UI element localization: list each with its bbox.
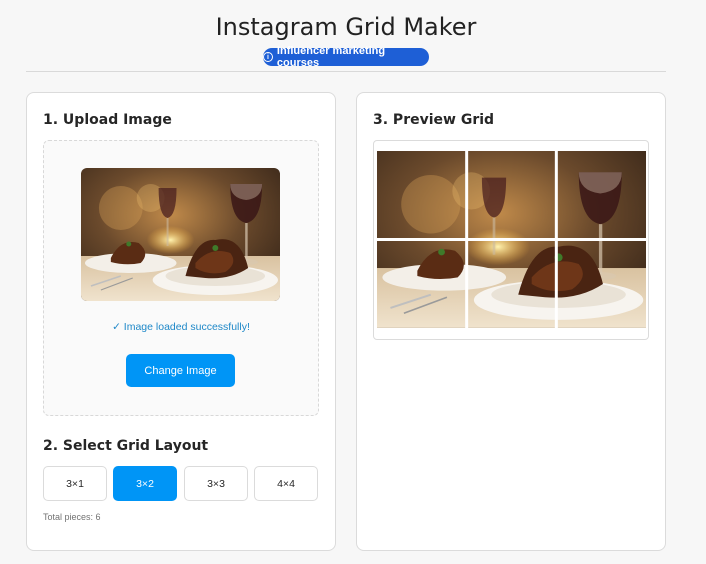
- total-pieces: Total pieces: 6: [43, 512, 101, 522]
- layout-option-3x3[interactable]: 3×3: [184, 466, 248, 501]
- preview-card: 3. Preview Grid: [356, 92, 666, 551]
- page-header: Instagram Grid Maker i Influencer market…: [0, 0, 706, 72]
- upload-card: 1. Upload Image ✓ Image loaded successfu…: [26, 92, 336, 551]
- layout-option-3x2[interactable]: 3×2: [113, 466, 177, 501]
- change-image-button[interactable]: Change Image: [126, 354, 235, 387]
- page-title: Instagram Grid Maker: [215, 13, 477, 41]
- uploaded-image-thumbnail: [81, 168, 280, 301]
- upload-success-message: ✓ Image loaded successfully!: [112, 321, 250, 333]
- grid-row-divider: [377, 238, 646, 241]
- grid-preview-image: [377, 151, 646, 328]
- upload-section-title: 1. Upload Image: [43, 112, 172, 128]
- header-divider: [26, 71, 666, 72]
- image-dropzone[interactable]: ✓ Image loaded successfully! Change Imag…: [43, 140, 319, 416]
- info-icon: i: [263, 52, 273, 62]
- layout-option-4x4[interactable]: 4×4: [254, 466, 318, 501]
- grid-layout-options: 3×1 3×2 3×3 4×4: [43, 466, 319, 502]
- preview-grid-frame: [373, 140, 649, 340]
- badge-label: Influencer marketing courses: [276, 45, 386, 69]
- influencer-courses-badge[interactable]: i Influencer marketing courses: [263, 45, 429, 69]
- preview-section-title: 3. Preview Grid: [373, 112, 495, 128]
- preview-grid: [377, 151, 646, 328]
- food-photo: [81, 168, 280, 301]
- layout-section-title: 2. Select Grid Layout: [43, 438, 209, 454]
- layout-option-3x1[interactable]: 3×1: [43, 466, 107, 501]
